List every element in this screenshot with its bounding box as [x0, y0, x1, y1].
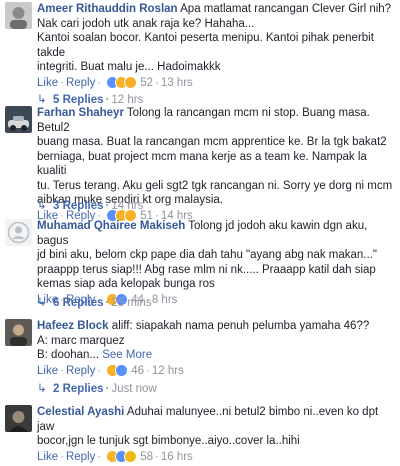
comment-line: integriti. Buat malu je... Hadoimakkk: [37, 61, 221, 73]
separator: ·: [60, 450, 64, 463]
like-link[interactable]: Like: [37, 451, 58, 463]
avatar[interactable]: [5, 405, 32, 432]
comment-line: jd bini aku, belom ckp pape dia dah tahu…: [37, 249, 377, 261]
replies-count[interactable]: 6 Replies: [53, 297, 104, 309]
reply-arrow-icon: ↳: [37, 200, 47, 212]
replies-time: 14 hrs: [111, 200, 144, 212]
comment-actions: Like · Reply · 52 · 13 hrs: [37, 75, 394, 91]
comment-line: praappp terus siap!!! Abg rase mlm ni nk…: [37, 263, 376, 276]
avatar[interactable]: [5, 106, 32, 133]
comment-line: berniaga, buat project mcm mana kerje as…: [37, 150, 367, 178]
separator: ·: [97, 364, 102, 377]
author-name[interactable]: Hafeez Block: [37, 320, 109, 332]
reaction-count[interactable]: 52: [140, 77, 153, 89]
comment-line: buang masa. Buat la rancangan mcm appren…: [37, 136, 387, 148]
replies-time: 12 hrs: [111, 94, 144, 106]
author-name[interactable]: Farhan Shaheyr: [37, 107, 124, 119]
comment-line: B: doohan...: [37, 349, 100, 361]
comment-line: Kantoi soalan bocor. Kantoi peserta meni…: [37, 32, 374, 59]
avatar[interactable]: [5, 219, 32, 246]
separator: ·: [97, 76, 102, 89]
comment-line: tu. Terus terang. Aku geli sgt2 tgk ranc…: [37, 179, 393, 192]
author-name[interactable]: Muhamad Qhairee Makiseh: [37, 220, 185, 232]
comment-body: Celestial Ayashi Aduhai malunyee..ni bet…: [37, 405, 394, 465]
comment-body: Hafeez Block aliff: siapakah nama penuh …: [37, 319, 394, 379]
timestamp[interactable]: 13 hrs: [161, 77, 193, 89]
wow-icon: [124, 76, 138, 90]
reply-arrow-icon: ↳: [37, 297, 47, 309]
reply-arrow-icon: ↳: [37, 94, 47, 106]
timestamp[interactable]: 16 hrs: [161, 451, 193, 463]
replies-count[interactable]: 5 Replies: [53, 94, 104, 106]
timestamp[interactable]: 8 hrs: [152, 294, 178, 306]
separator: ·: [146, 364, 150, 377]
comment-text: Celestial Ayashi Aduhai malunyee..ni bet…: [37, 405, 394, 449]
replies-count[interactable]: 3 Replies: [53, 200, 104, 212]
reactions[interactable]: [106, 364, 129, 378]
comment-line: kemas siap ada kelopak bunga ros: [37, 278, 215, 290]
comment-body: Muhamad Qhairee Makiseh Tolong jd jodoh …: [37, 219, 394, 308]
reaction-count[interactable]: 58: [140, 451, 153, 463]
comment-line: Apa matlamat rancangan Clever Girl nih?: [180, 3, 392, 15]
replies-count[interactable]: 2 Replies: [53, 383, 104, 395]
comment-line: bocor,jgn le tunjuk sgt bimbonye..aiyo..…: [37, 435, 300, 447]
like-icon: [115, 364, 129, 378]
reply-link[interactable]: Reply: [66, 77, 95, 89]
reaction-count[interactable]: 46: [131, 365, 144, 377]
avatar[interactable]: [5, 2, 32, 29]
author-name[interactable]: Ameer Rithauddin Roslan: [37, 3, 178, 15]
reply-link[interactable]: Reply: [66, 451, 95, 463]
comment-line: A: marc marquez: [37, 334, 125, 347]
comment-text: Ameer Rithauddin Roslan Apa matlamat ran…: [37, 2, 394, 75]
separator: ·: [97, 450, 102, 463]
like-link[interactable]: Like: [37, 365, 58, 377]
reply-link[interactable]: Reply: [66, 365, 95, 377]
separator: ·: [155, 76, 159, 89]
comment-text: Farhan Shaheyr Tolong la rancangan mcm n…: [37, 106, 394, 208]
author-name[interactable]: Celestial Ayashi: [37, 406, 124, 418]
avatar[interactable]: [5, 319, 32, 346]
replies-time: 25 mins: [111, 297, 152, 309]
reply-arrow-icon: ↳: [37, 383, 47, 395]
comment-line: Nak cari jodoh utk anak raja ke? Hahaha.…: [37, 17, 255, 30]
reactions[interactable]: [106, 76, 138, 90]
separator: ·: [60, 76, 64, 89]
comment-text: Hafeez Block aliff: siapakah nama penuh …: [37, 319, 394, 363]
sad-icon: [124, 450, 138, 464]
separator: ·: [155, 450, 159, 463]
view-replies-link[interactable]: ↳ 6 Replies · 25 mins: [37, 296, 152, 310]
separator: ·: [60, 364, 64, 377]
replies-time: Just now: [111, 383, 157, 395]
timestamp[interactable]: 12 hrs: [152, 365, 184, 377]
view-replies-link[interactable]: ↳ 5 Replies · 12 hrs: [37, 93, 143, 107]
comment-thread: Ameer Rithauddin Roslan Apa matlamat ran…: [0, 0, 400, 464]
comment-actions: Like · Reply · 46 · 12 hrs: [37, 363, 394, 379]
comment-text: Muhamad Qhairee Makiseh Tolong jd jodoh …: [37, 219, 394, 292]
comment-actions: Like · Reply · 58 · 16 hrs: [37, 449, 394, 465]
like-link[interactable]: Like: [37, 77, 58, 89]
view-replies-link[interactable]: ↳ 3 Replies · 14 hrs: [37, 199, 143, 213]
reactions[interactable]: [106, 450, 138, 464]
comment-line: aliff: siapakah nama penuh pelumba yamah…: [111, 320, 370, 332]
see-more-link[interactable]: See More: [102, 349, 152, 361]
view-replies-link[interactable]: ↳ 2 Replies · Just now: [37, 382, 157, 396]
comment-body: Ameer Rithauddin Roslan Apa matlamat ran…: [37, 2, 394, 91]
